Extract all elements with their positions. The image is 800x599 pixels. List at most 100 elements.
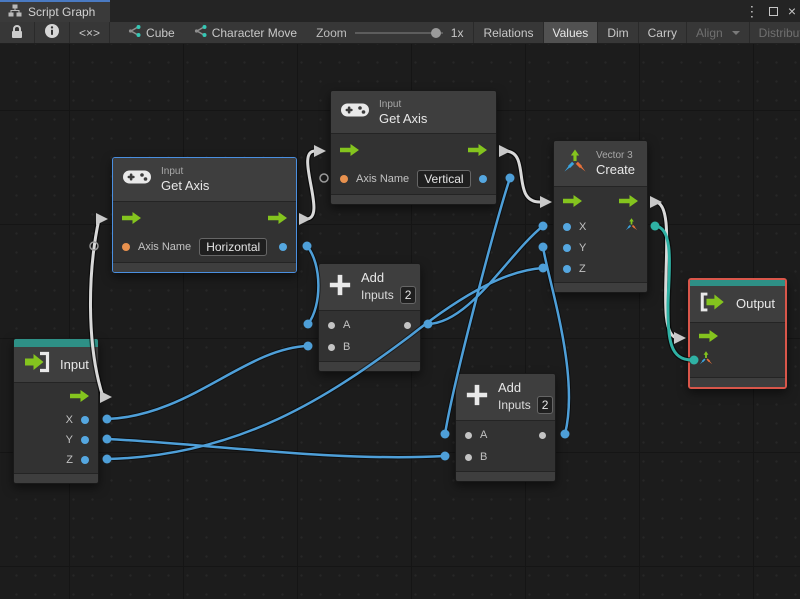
y-output-port[interactable] [81,436,89,444]
port-label: A [480,429,488,441]
node-vector3-create[interactable]: Vector 3 Create X Y Z [553,140,648,293]
value-output-port[interactable] [279,243,287,251]
node-add-1[interactable]: Add Inputs 2 A B [318,263,421,372]
tab-script-graph[interactable]: Script Graph [0,0,110,22]
vector3-output-port[interactable] [625,217,638,236]
gamepad-icon [122,167,152,192]
graph-output-icon [699,291,727,318]
breadcrumb-character-move[interactable]: Character Move [184,22,306,43]
value-output-port[interactable] [479,175,487,183]
port-label: Y [579,241,587,254]
input-a-port[interactable] [465,431,472,439]
values-button[interactable]: Values [543,22,599,43]
distribute-dropdown: Distribute [750,22,800,43]
flow-out-port[interactable] [468,143,487,161]
input-a-port[interactable] [328,321,335,329]
axis-name-field[interactable]: Vertical [417,170,471,188]
flow-in-port[interactable] [340,143,359,161]
flow-out-port[interactable] [619,194,638,212]
string-input-port[interactable] [122,243,130,251]
graph-canvas[interactable]: Input Get Axis Axis Name Vertical Input … [0,44,800,599]
vector3-icon [563,149,587,178]
node-header[interactable]: Output [690,286,785,323]
lock-icon [9,24,25,42]
sum-output-port[interactable] [539,431,546,439]
maximize-icon[interactable] [768,6,778,16]
node-category: Input [161,166,184,177]
node-get-axis-vertical[interactable]: Input Get Axis Axis Name Vertical [330,90,497,205]
button-label: Align [695,25,723,40]
node-graph-output[interactable]: Output [688,278,787,389]
node-category: Input [379,98,402,110]
x-output-port[interactable] [81,416,89,424]
lock-button[interactable] [0,22,35,43]
zoom-control: Zoom 1x [306,22,475,44]
port-label: Axis Name [138,241,192,253]
flow-in-port[interactable] [699,329,718,347]
zoom-value: 1x [450,25,464,40]
node-header[interactable]: Input [14,347,98,383]
carry-button[interactable]: Carry [639,22,687,43]
node-footer [690,377,785,387]
flow-in-port[interactable] [122,211,141,229]
node-title: Add [498,380,522,395]
node-header[interactable]: Add Inputs 2 [456,374,555,421]
z-input-port[interactable] [563,264,571,273]
zoom-slider-knob[interactable] [430,27,441,38]
button-label: Relations [483,25,534,40]
node-graph-input[interactable]: Input X Y Z [13,338,99,484]
breadcrumb-cube[interactable]: Cube [118,22,184,43]
node-add-2[interactable]: Add Inputs 2 A B [455,373,556,482]
input-b-port[interactable] [465,453,472,461]
port-label: Z [579,262,586,275]
node-color-strip [14,339,98,347]
close-icon[interactable]: × [788,0,796,22]
tab-title: Script Graph [28,5,96,19]
z-output-port[interactable] [81,456,89,464]
node-get-axis-horizontal[interactable]: Input Get Axis Axis Name Horizontal [112,157,297,273]
inputs-count-field[interactable]: 2 [399,286,417,304]
node-header[interactable]: Input Get Axis [113,158,296,202]
zoom-label: Zoom [316,25,347,40]
inputs-count-field[interactable]: 2 [536,396,554,414]
inputs-label: Inputs [498,398,531,412]
string-input-port[interactable] [340,175,348,183]
dim-button[interactable]: Dim [598,22,639,43]
plus-icon [465,383,489,412]
script-graph-asset-icon [127,25,141,40]
zoom-slider[interactable] [354,22,443,44]
node-header[interactable]: Vector 3 Create [554,141,647,187]
axis-name-field[interactable]: Horizontal [199,238,268,256]
x-input-port[interactable] [563,222,571,231]
y-input-port[interactable] [563,243,571,252]
tab-bar: Script Graph ⋮ × [0,0,800,22]
node-header[interactable]: Add Inputs 2 [319,264,420,311]
flow-in-port[interactable] [563,194,582,212]
port-label: A [343,319,351,331]
flow-out-port[interactable] [268,211,287,229]
code-icon: <×> [79,25,101,40]
port-label: Axis Name [356,173,410,185]
button-label: Distribute [758,25,800,40]
info-button[interactable] [35,22,70,43]
node-title: Get Axis [379,110,428,126]
inputs-label: Inputs [361,288,394,302]
port-label: Z [66,454,73,466]
sum-output-port[interactable] [404,321,411,329]
kebab-menu-icon[interactable]: ⋮ [745,0,759,22]
align-dropdown: Align [687,22,750,43]
node-title: Get Axis [161,178,210,193]
input-b-port[interactable] [328,343,335,351]
node-footer [331,194,496,204]
port-label: X [579,220,587,233]
relations-button[interactable]: Relations [474,22,544,43]
gamepad-icon [340,100,370,125]
window-controls: ⋮ × [745,0,796,22]
vector3-input-port[interactable] [699,350,713,370]
node-header[interactable]: Input Get Axis [331,91,496,134]
flow-out-port[interactable] [70,389,89,407]
node-title: Output [736,296,776,311]
button-label: Carry [647,25,677,40]
code-preview-button[interactable]: <×> [70,22,111,43]
